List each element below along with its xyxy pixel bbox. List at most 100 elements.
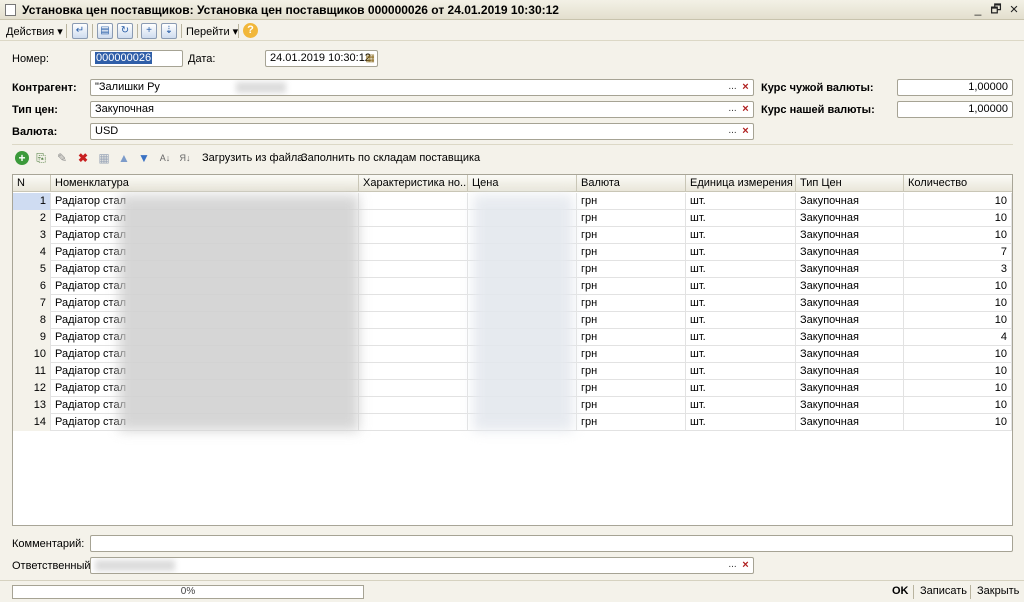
table-cell-n[interactable]: 12 (13, 380, 51, 397)
table-cell-qty[interactable]: 10 (904, 295, 1012, 312)
table-cell-currency[interactable]: грн (577, 261, 686, 278)
table-cell-qty[interactable]: 3 (904, 261, 1012, 278)
copy-row-icon[interactable]: ⎘ (34, 151, 48, 165)
table-cell-n[interactable]: 6 (13, 278, 51, 295)
counterparty-field[interactable]: "Залишки Ру ... × (90, 79, 754, 96)
table-cell-n[interactable]: 5 (13, 261, 51, 278)
table-cell-currency[interactable]: грн (577, 397, 686, 414)
table-cell-feature[interactable] (359, 295, 468, 312)
table-cell-currency[interactable]: грн (577, 193, 686, 210)
table-cell-n[interactable]: 14 (13, 414, 51, 431)
column-header[interactable]: Номенклатура (51, 175, 359, 192)
table-cell-price-type[interactable]: Закупочная (796, 363, 904, 380)
date-field[interactable]: 24.01.2019 10:30:12 ▦ (265, 50, 378, 67)
actions-menu[interactable]: Действия ▾ (6, 25, 63, 38)
close-icon[interactable]: × (1006, 2, 1022, 17)
table-cell-qty[interactable]: 7 (904, 244, 1012, 261)
table-cell-n[interactable]: 8 (13, 312, 51, 329)
table-cell-feature[interactable] (359, 312, 468, 329)
structure-icon[interactable]: ⇣ (161, 23, 177, 39)
clear-icon[interactable]: × (739, 124, 752, 139)
table-cell-unit[interactable]: шт. (686, 244, 796, 261)
table-cell-feature[interactable] (359, 414, 468, 431)
table-cell-currency[interactable]: грн (577, 295, 686, 312)
table-cell-unit[interactable]: шт. (686, 278, 796, 295)
table-cell-qty[interactable]: 10 (904, 363, 1012, 380)
table-cell-currency[interactable]: грн (577, 346, 686, 363)
ok-button[interactable]: OK (892, 585, 909, 597)
table-cell-currency[interactable]: грн (577, 414, 686, 431)
table-cell-price-type[interactable]: Закупочная (796, 227, 904, 244)
table-cell-price-type[interactable]: Закупочная (796, 210, 904, 227)
table-cell-feature[interactable] (359, 397, 468, 414)
column-header[interactable]: Цена (468, 175, 577, 192)
table-cell-price-type[interactable]: Закупочная (796, 295, 904, 312)
table-cell-n[interactable]: 1 (13, 193, 51, 210)
move-up-icon[interactable]: ▲ (117, 151, 131, 165)
save-button[interactable]: Записать (920, 585, 967, 597)
table-cell-price-type[interactable]: Закупочная (796, 380, 904, 397)
currency-field[interactable]: USD ... × (90, 123, 754, 140)
column-header[interactable]: Единица измерения (686, 175, 796, 192)
comment-field[interactable] (90, 535, 1013, 552)
column-header[interactable]: Количество (904, 175, 1012, 192)
close-button[interactable]: Закрыть (977, 585, 1019, 597)
table-cell-currency[interactable]: грн (577, 329, 686, 346)
table-cell-currency[interactable]: грн (577, 380, 686, 397)
table-cell-feature[interactable] (359, 227, 468, 244)
our-rate-field[interactable]: 1,00000 (897, 101, 1013, 118)
table-cell-feature[interactable] (359, 380, 468, 397)
table-cell-currency[interactable]: грн (577, 210, 686, 227)
table-cell-price-type[interactable]: Закупочная (796, 278, 904, 295)
load-from-file-button[interactable]: Загрузить из файла (202, 152, 303, 164)
table-cell-feature[interactable] (359, 329, 468, 346)
table-cell-qty[interactable]: 10 (904, 414, 1012, 431)
fill-by-warehouses-button[interactable]: Заполнить по складам поставщика (301, 152, 480, 164)
sort-asc-icon[interactable]: A↓ (158, 151, 172, 165)
table-cell-qty[interactable]: 10 (904, 312, 1012, 329)
ellipsis-icon[interactable]: ... (726, 80, 739, 95)
table-cell-unit[interactable]: шт. (686, 227, 796, 244)
table-cell-n[interactable]: 13 (13, 397, 51, 414)
sort-desc-icon[interactable]: Я↓ (178, 151, 192, 165)
table-cell-unit[interactable]: шт. (686, 380, 796, 397)
table-cell-currency[interactable]: грн (577, 227, 686, 244)
table-cell-unit[interactable]: шт. (686, 295, 796, 312)
prices-table[interactable]: N Номенклатура Характеристика но... Цена… (12, 174, 1013, 526)
table-cell-qty[interactable]: 10 (904, 397, 1012, 414)
view-movements-icon[interactable]: ▤ (97, 23, 113, 39)
table-cell-currency[interactable]: грн (577, 244, 686, 261)
table-cell-n[interactable]: 3 (13, 227, 51, 244)
minimize-icon[interactable]: _ (970, 2, 986, 17)
clear-icon[interactable]: × (739, 80, 752, 95)
table-cell-price-type[interactable]: Закупочная (796, 397, 904, 414)
table-cell-unit[interactable]: шт. (686, 329, 796, 346)
table-cell-unit[interactable]: шт. (686, 414, 796, 431)
calendar-icon[interactable]: ▦ (366, 52, 375, 65)
table-cell-unit[interactable]: шт. (686, 346, 796, 363)
move-down-icon[interactable]: ▼ (137, 151, 151, 165)
end-edit-icon[interactable]: ▦ (97, 151, 111, 165)
post-document-icon[interactable]: ↵ (72, 23, 88, 39)
table-cell-qty[interactable]: 10 (904, 193, 1012, 210)
table-cell-unit[interactable]: шт. (686, 210, 796, 227)
column-header[interactable]: N (13, 175, 51, 192)
add-row-icon[interactable]: + (15, 151, 29, 165)
table-cell-n[interactable]: 10 (13, 346, 51, 363)
table-cell-price-type[interactable]: Закупочная (796, 261, 904, 278)
table-cell-price-type[interactable]: Закупочная (796, 346, 904, 363)
table-cell-price-type[interactable]: Закупочная (796, 244, 904, 261)
table-cell-qty[interactable]: 10 (904, 346, 1012, 363)
number-field[interactable]: 000000026 (90, 50, 183, 67)
table-cell-feature[interactable] (359, 363, 468, 380)
help-icon[interactable]: ? (243, 23, 258, 38)
table-cell-price-type[interactable]: Закупочная (796, 312, 904, 329)
goto-menu[interactable]: Перейти ▾ (186, 25, 238, 38)
table-cell-currency[interactable]: грн (577, 278, 686, 295)
table-cell-unit[interactable]: шт. (686, 193, 796, 210)
table-cell-n[interactable]: 9 (13, 329, 51, 346)
column-header[interactable]: Валюта (577, 175, 686, 192)
table-cell-price-type[interactable]: Закупочная (796, 414, 904, 431)
table-cell-n[interactable]: 2 (13, 210, 51, 227)
restore-icon[interactable]: 🗗 (988, 2, 1004, 17)
